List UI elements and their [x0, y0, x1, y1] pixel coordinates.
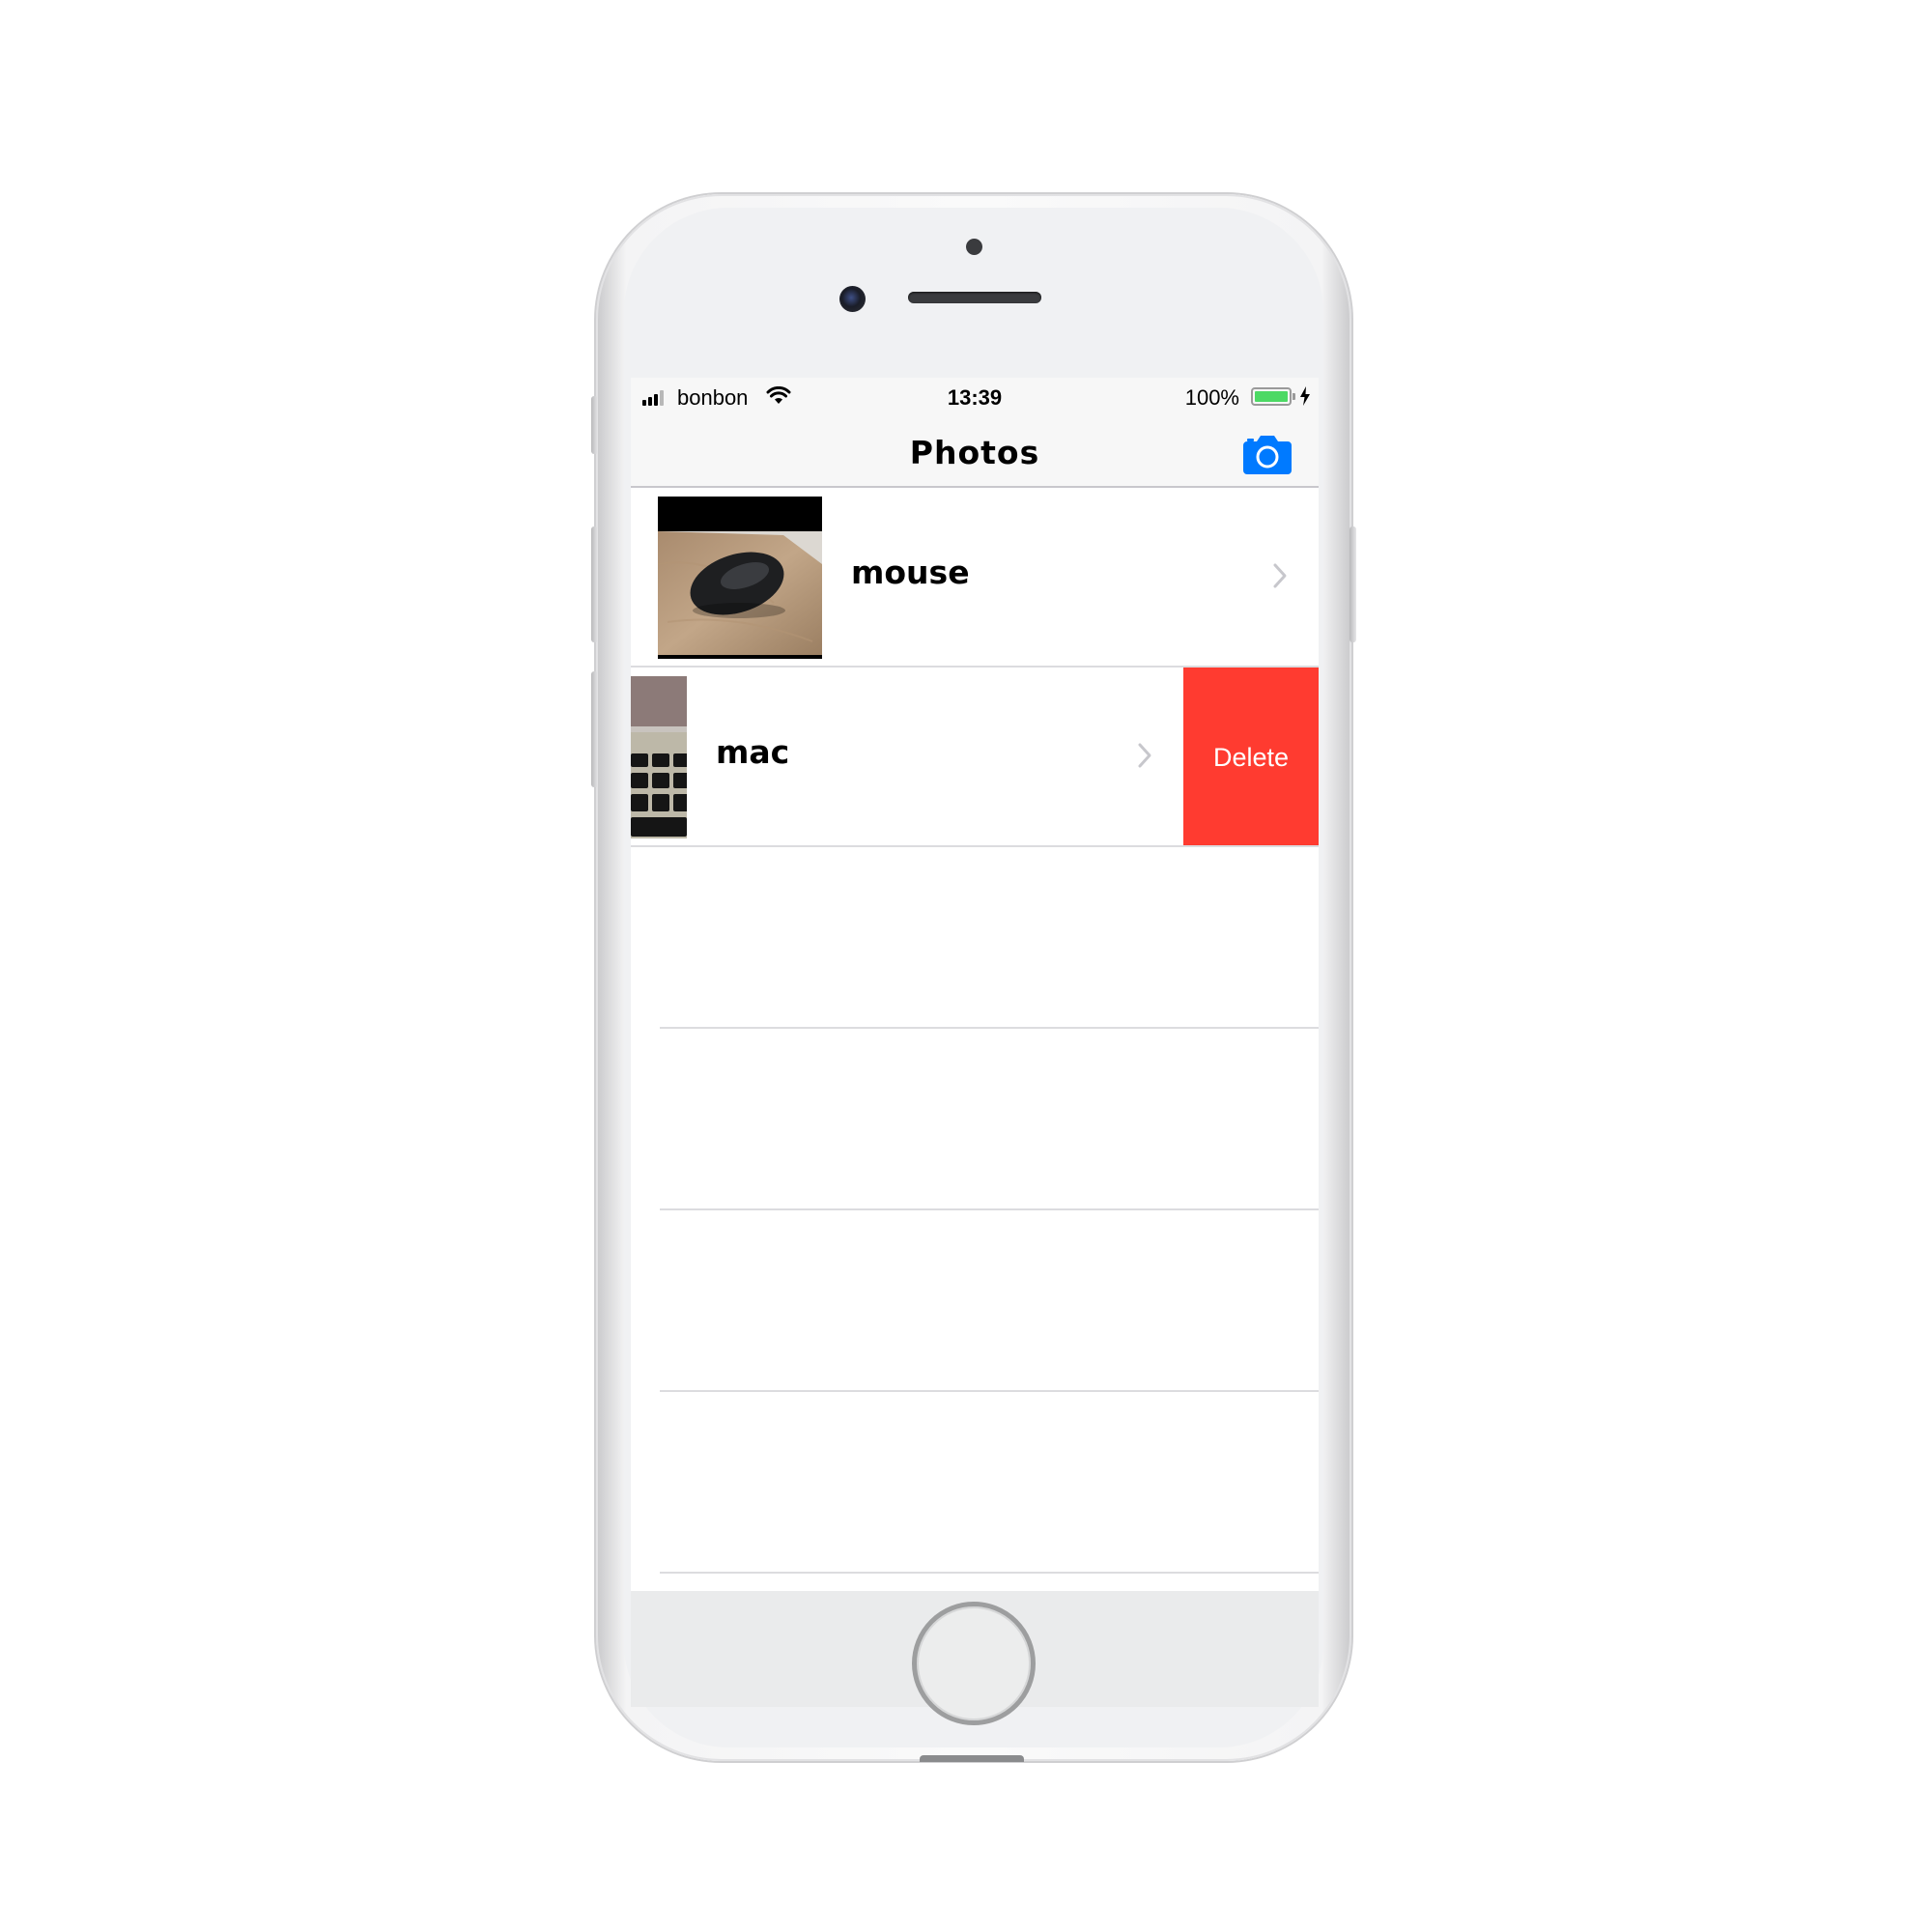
empty-row: [631, 1029, 1319, 1210]
chevron-right-icon: [1271, 561, 1291, 590]
battery-icon: [1251, 387, 1292, 406]
battery-percent: 100%: [1184, 385, 1239, 410]
table-row[interactable]: mouse: [631, 488, 1319, 668]
front-camera-lens: [839, 286, 866, 312]
row-label: mac: [716, 733, 790, 771]
screen: bonbon 13:39 100% Photos mouse mac Delet…: [631, 378, 1319, 1591]
chevron-right-icon: [1136, 741, 1155, 770]
charging-bolt-icon: [1299, 386, 1311, 412]
empty-row: [631, 847, 1319, 1029]
mute-switch: [591, 396, 598, 454]
empty-row: [631, 1392, 1319, 1574]
battery-cap: [1293, 393, 1295, 400]
battery-fill: [1255, 391, 1288, 402]
photo-table: mouse mac Delete: [631, 488, 1319, 1574]
proximity-sensor: [966, 239, 982, 255]
empty-row: [631, 1210, 1319, 1392]
delete-button[interactable]: Delete: [1183, 668, 1319, 847]
row-thumbnail: [631, 676, 687, 838]
home-button[interactable]: [912, 1602, 1036, 1725]
row-content: mouse: [631, 488, 1319, 668]
navigation-bar: Photos: [631, 416, 1319, 488]
table-row[interactable]: mac Delete: [631, 668, 1319, 847]
camera-button[interactable]: [1243, 436, 1292, 474]
volume-up-button: [591, 526, 598, 642]
row-content: mac: [631, 668, 1183, 847]
row-separator: [660, 1572, 1319, 1574]
earpiece-speaker: [908, 292, 1041, 303]
volume-down-button: [591, 671, 598, 787]
row-thumbnail: [658, 497, 822, 659]
power-button: [1350, 526, 1356, 642]
status-bar: bonbon 13:39 100%: [631, 378, 1319, 416]
camera-icon: [1243, 436, 1292, 474]
row-label: mouse: [851, 554, 970, 591]
stage: bonbon 13:39 100% Photos mouse mac Delet…: [0, 0, 1932, 1932]
page-title: Photos: [909, 434, 1040, 471]
lightning-port: [920, 1755, 1024, 1762]
